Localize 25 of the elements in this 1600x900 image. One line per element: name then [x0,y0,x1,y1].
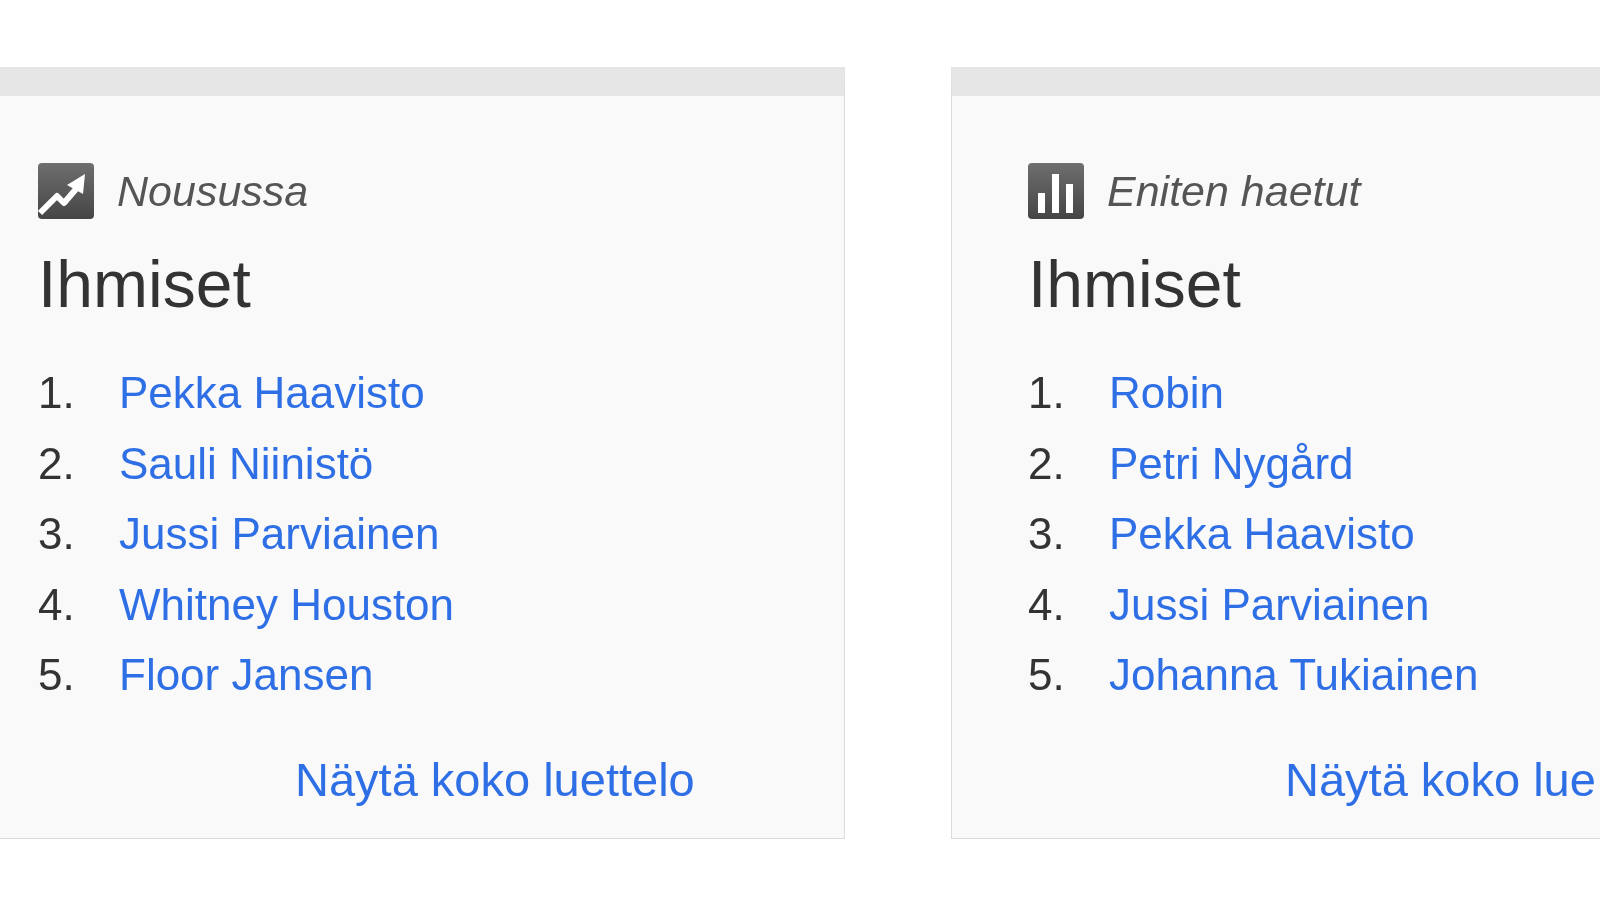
person-link[interactable]: Whitney Houston [119,579,455,629]
person-link[interactable]: Sauli Niinistö [119,438,374,488]
person-link[interactable]: Jussi Parviainen [119,509,440,558]
person-link[interactable]: Robin [1109,368,1224,417]
rank-number: 3. [1028,509,1065,558]
person-link[interactable]: Jussi Parviainen [1109,579,1430,629]
rank-number: 5. [1028,650,1065,699]
rank-number: 1. [1028,368,1065,417]
rank-number: 5. [38,650,75,699]
person-link[interactable]: Petri Nygård [1109,438,1354,488]
card-label: Nousussa [117,169,309,213]
card-title: Ihmiset [1028,251,1241,317]
rank-number: 3. [38,509,75,558]
rank-number: 2. [38,438,75,488]
card-title: Ihmiset [38,251,251,317]
bar-chart-icon [1028,163,1084,219]
rank-number: 4. [1028,579,1065,629]
person-link[interactable]: Pekka Haavisto [1109,509,1415,558]
rank-number: 4. [38,579,75,629]
person-link[interactable]: Floor Jansen [119,650,374,699]
person-link[interactable]: Johanna Tukiainen [1109,650,1479,699]
card-label: Eniten haetut [1107,169,1361,213]
rank-number: 1. [38,368,75,417]
person-link[interactable]: Pekka Haavisto [119,368,425,417]
rank-number: 2. [1028,438,1065,488]
